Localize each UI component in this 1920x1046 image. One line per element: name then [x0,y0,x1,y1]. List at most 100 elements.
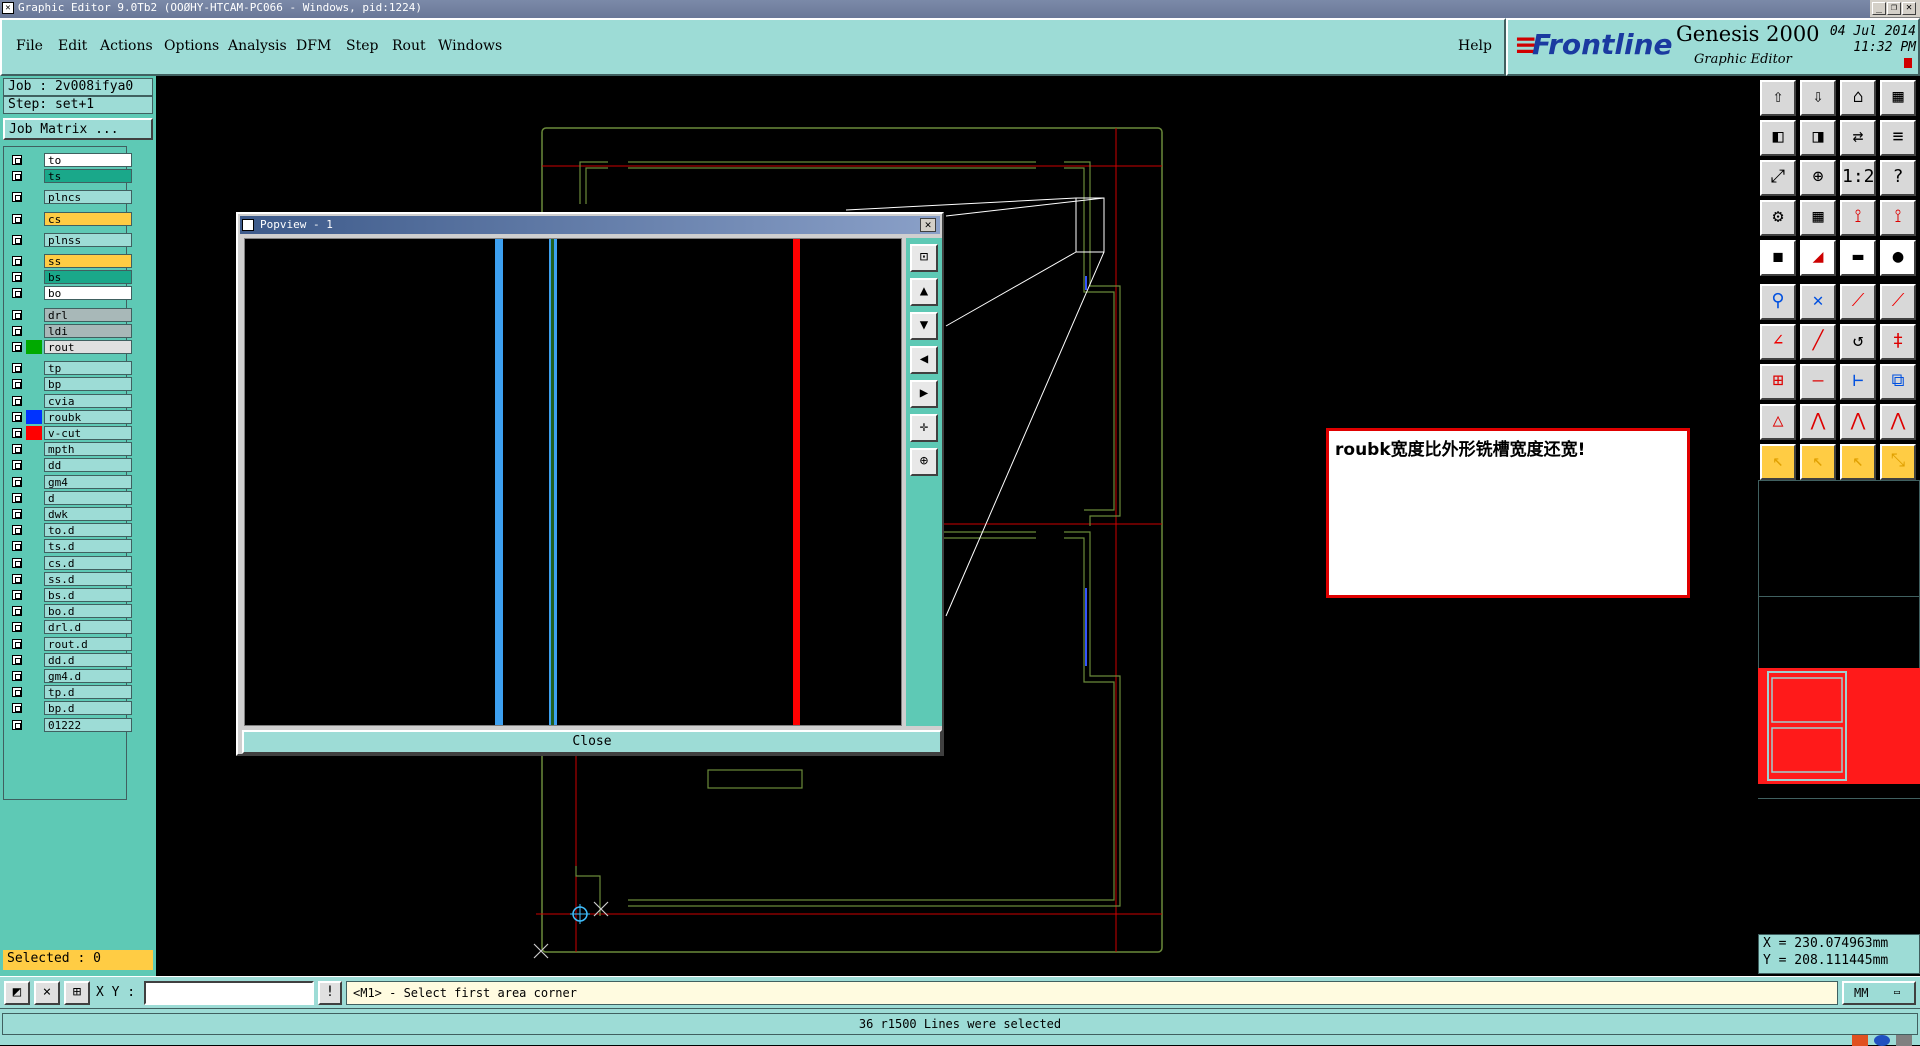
layer-row[interactable]: rout [10,340,132,354]
layer-checkbox[interactable] [12,428,22,438]
menu-edit[interactable]: Edit [58,38,87,54]
menu-help[interactable]: Help [1458,38,1492,54]
layer-row[interactable]: ts [10,169,132,184]
layer-row[interactable]: plncs [10,190,132,205]
alert-icon[interactable]: ! [318,981,342,1005]
layer-checkbox[interactable] [12,492,22,503]
layer-row[interactable]: v-cut [10,426,132,440]
layer-row[interactable]: dd [10,458,132,473]
layer-checkbox[interactable] [12,395,22,406]
menu-analysis[interactable]: Analysis [228,38,287,54]
layer-checkbox[interactable] [12,590,22,600]
add-icon[interactable]: ⊞ [1760,364,1796,400]
tray-help-icon[interactable] [1874,1035,1890,1046]
query-icon[interactable]: ? [1880,160,1916,196]
zoom-fit-icon[interactable]: ⊡ [910,244,938,272]
network-icon[interactable]: ⟟ [1880,200,1916,236]
layer-row[interactable]: ss.d [10,571,132,586]
layer-row[interactable]: gm4 [10,474,132,489]
home-icon[interactable]: ⌂ [1840,80,1876,116]
layer-checkbox[interactable] [12,256,22,266]
pan-right-icon[interactable]: ▶ [910,380,938,408]
mirror-icon[interactable]: ‡ [1880,324,1916,360]
layer-checkbox[interactable] [12,573,22,584]
fit-icon[interactable]: ⊕ [1800,160,1836,196]
snap-icon[interactable]: ⇄ [1840,120,1876,156]
layer-row[interactable]: dd.d [10,652,132,667]
layer-row[interactable]: to.d [10,523,132,538]
route-select-icon[interactable]: ⤡ [1880,444,1916,480]
close-button[interactable]: Close [242,730,942,754]
layer-row[interactable]: bo.d [10,604,132,619]
xy-input[interactable] [144,981,314,1005]
units-selector[interactable]: MM ▭ [1842,981,1916,1005]
copy-icon[interactable]: ⧉ [1880,364,1916,400]
layer-row[interactable]: 01222 [10,717,132,732]
angle-icon[interactable]: ∠ [1760,324,1796,360]
select-icon[interactable]: ↖ [1800,444,1836,480]
layer-checkbox[interactable] [12,638,22,649]
arc-icon[interactable]: ⟋ [1840,284,1876,320]
layer-checkbox[interactable] [12,444,22,455]
save-icon[interactable]: ⇩ [1800,80,1836,116]
layer-checkbox[interactable] [12,363,22,374]
layer-row[interactable]: ldi [10,323,132,338]
pick-icon[interactable]: ↖ [1840,444,1876,480]
surface-icon[interactable]: ⋀ [1800,404,1836,440]
profile-icon[interactable]: ⋀ [1840,404,1876,440]
scale-icon[interactable]: 1:2 [1840,160,1876,196]
layer-row[interactable]: to [10,153,132,167]
select-mode-icon[interactable]: ◩ [4,981,30,1005]
outline-icon[interactable]: ⋀ [1880,404,1916,440]
layer-row[interactable]: mpth [10,442,132,457]
line-icon[interactable]: ◢ [1800,240,1836,276]
minus-icon[interactable]: — [1800,364,1836,400]
intersect-icon[interactable]: ✕ [1800,284,1836,320]
layer-checkbox[interactable] [12,703,22,714]
pan-up-icon[interactable]: ▲ [910,278,938,306]
route-icon[interactable]: ⟟ [1840,200,1876,236]
zoom-in-icon[interactable]: ✛ [910,414,938,442]
layer-checkbox[interactable] [12,155,22,165]
layer-checkbox[interactable] [12,541,22,552]
cross-mode-icon[interactable]: ⨯ [34,981,60,1005]
pad-icon[interactable]: ◼ [1760,240,1796,276]
connect-icon[interactable]: ⟋ [1880,284,1916,320]
layer-row[interactable]: ts.d [10,539,132,554]
restore-icon[interactable]: ❐ [1887,2,1901,15]
layer-checkbox[interactable] [12,192,22,203]
slash-icon[interactable]: ╱ [1800,324,1836,360]
layer-row[interactable]: dwk [10,507,132,521]
minimap[interactable] [1758,668,1920,784]
menu-dfm[interactable]: DFM [296,38,331,54]
ruler-icon[interactable]: ▬ [1840,240,1876,276]
layer-row[interactable]: cvia [10,393,132,408]
layer-checkbox[interactable] [12,234,22,245]
grid-mode-icon[interactable]: ⊞ [64,981,90,1005]
layer-checkbox[interactable] [12,460,22,471]
layer-checkbox[interactable] [12,309,22,320]
layer-checkbox[interactable] [12,288,22,299]
layer-checkbox[interactable] [12,272,22,283]
popview-close-icon[interactable]: ✕ [920,218,936,232]
layer-checkbox[interactable] [12,719,22,730]
popview-canvas[interactable] [244,238,902,726]
layer-row[interactable]: bo [10,286,132,301]
layer-checkbox[interactable] [12,687,22,698]
layer-row[interactable]: cs [10,211,132,226]
layer-row[interactable]: bp.d [10,701,132,716]
layer-checkbox[interactable] [12,509,22,519]
dot-icon[interactable]: ● [1880,240,1916,276]
step-left-icon[interactable]: ◧ [1760,120,1796,156]
rotate-icon[interactable]: ↺ [1840,324,1876,360]
layout-icon[interactable]: ▦ [1880,80,1916,116]
tray-app-icon[interactable] [1896,1035,1912,1046]
layer-checkbox[interactable] [12,171,22,182]
layer-row[interactable]: drl.d [10,620,132,635]
open-job-icon[interactable]: ⇧ [1760,80,1796,116]
layer-row[interactable]: ss [10,254,132,268]
layer-row[interactable]: bs [10,270,132,285]
layer-row[interactable]: bs.d [10,588,132,602]
layer-checkbox[interactable] [12,557,22,568]
layer-checkbox[interactable] [12,671,22,681]
